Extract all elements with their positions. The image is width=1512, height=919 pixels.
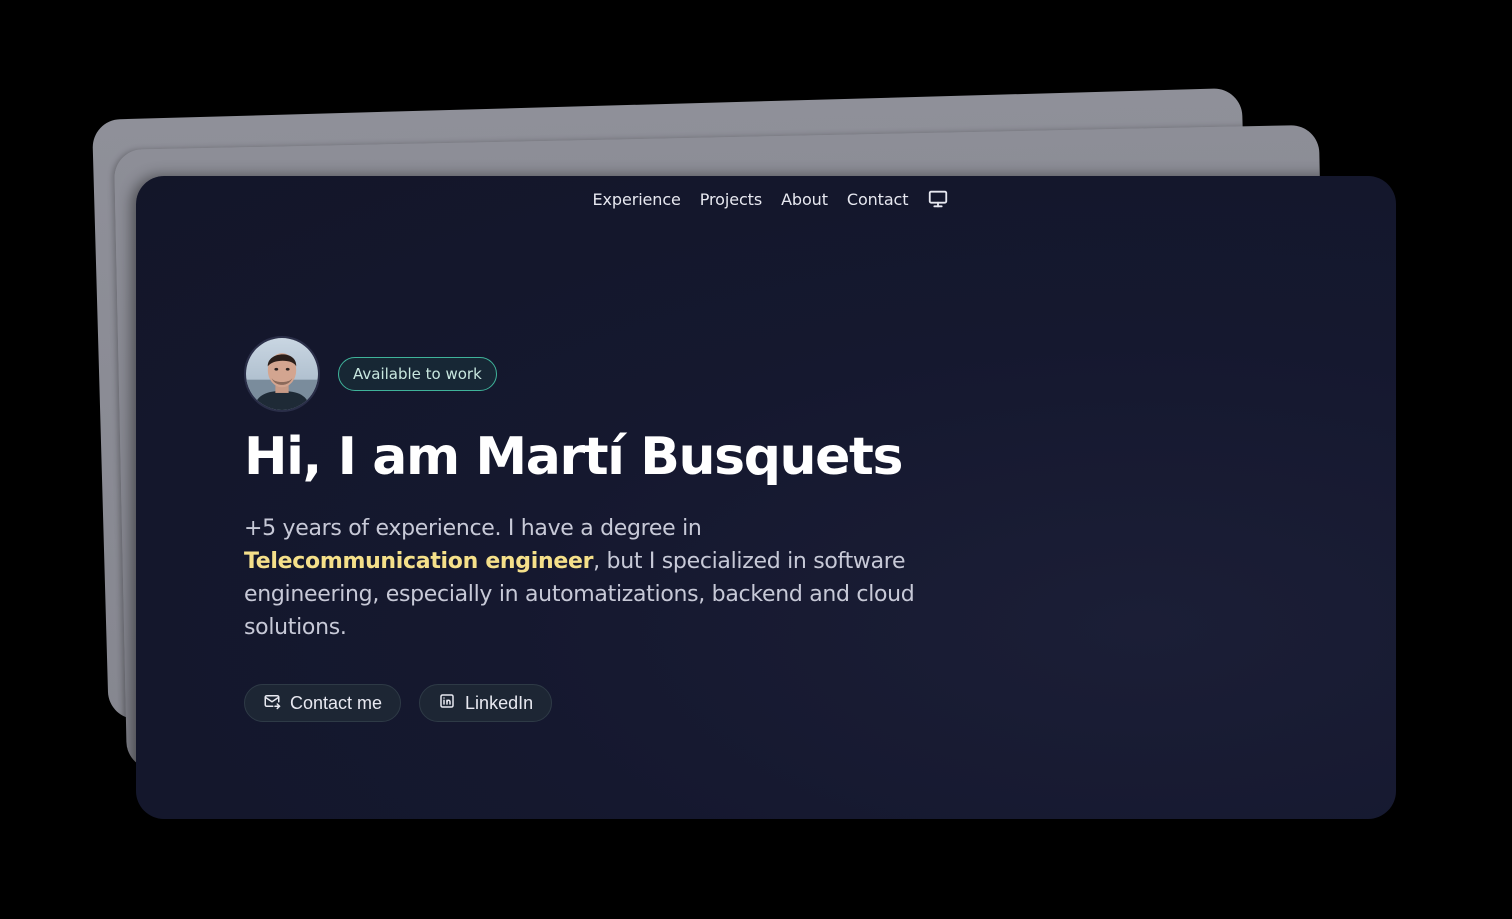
contact-me-label: Contact me — [290, 692, 383, 713]
hero-section: Available to work Hi, I am Martí Busquet… — [244, 336, 944, 722]
nav-link-about[interactable]: About — [781, 190, 828, 209]
description-text-start: +5 years of experience. I have a degree … — [244, 516, 702, 541]
top-navigation: Experience Projects About Contact — [136, 188, 1396, 210]
linkedin-label: LinkedIn — [465, 692, 534, 713]
stage: Experience Projects About Contact Availa… — [0, 0, 1512, 919]
monitor-icon[interactable] — [927, 188, 949, 210]
mail-icon — [263, 692, 281, 715]
contact-me-button[interactable]: Contact me — [244, 684, 402, 722]
nav-link-experience[interactable]: Experience — [593, 190, 681, 209]
linkedin-icon — [438, 692, 456, 715]
description-highlight: Telecommunication engineer — [244, 549, 594, 574]
nav-link-projects[interactable]: Projects — [700, 190, 762, 209]
portfolio-window: Experience Projects About Contact Availa… — [136, 176, 1396, 819]
hero-description: +5 years of experience. I have a degree … — [244, 512, 934, 644]
hero-top-row: Available to work — [244, 336, 944, 412]
status-badge: Available to work — [338, 357, 497, 391]
avatar — [244, 336, 320, 412]
linkedin-button[interactable]: LinkedIn — [419, 684, 553, 722]
cta-buttons: Contact me LinkedIn — [244, 684, 944, 722]
nav-link-contact[interactable]: Contact — [847, 190, 909, 209]
page-title: Hi, I am Martí Busquets — [244, 427, 903, 487]
